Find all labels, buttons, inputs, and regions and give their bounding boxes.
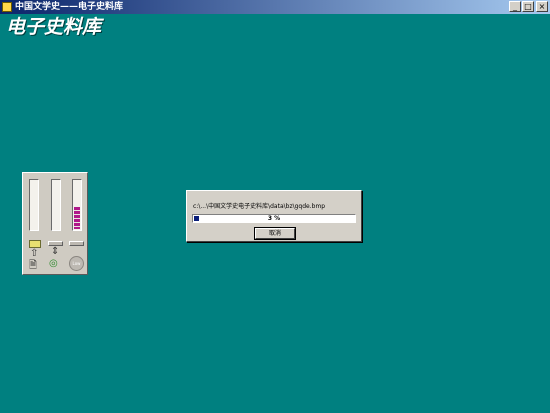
folder-icon[interactable]	[29, 240, 41, 248]
close-button[interactable]: ×	[536, 1, 548, 12]
progress-bar: 3 %	[192, 214, 356, 223]
cancel-button[interactable]: 取消	[254, 227, 296, 240]
meter-panel: ⇧ ⇕ 🗎 ◎ Low	[22, 172, 88, 275]
meter-1	[29, 179, 39, 231]
bar-indicator-icon[interactable]	[69, 241, 84, 246]
meter-2	[51, 179, 61, 231]
meter-3	[72, 179, 82, 231]
brand-title: 电子史料库	[6, 16, 102, 38]
disc-icon[interactable]: Low	[69, 256, 84, 271]
progress-dialog: c:\...\中国文学史电子史料库\data\bz\gqde.bmp 3 % 取…	[186, 190, 362, 242]
maximize-button[interactable]: □	[522, 1, 534, 12]
file-path-label: c:\...\中国文学史电子史料库\data\bz\gqde.bmp	[193, 203, 326, 210]
app-icon	[2, 2, 12, 12]
cd-icon[interactable]: ◎	[49, 259, 58, 269]
minimize-button[interactable]: _	[509, 1, 521, 12]
arrow-updown-icon: ⇕	[51, 246, 60, 257]
progress-percent: 3 %	[267, 215, 281, 222]
meter-3-fill	[74, 207, 80, 229]
arrow-up-icon: ⇧	[30, 248, 39, 259]
document-icon[interactable]: 🗎	[29, 261, 37, 271]
